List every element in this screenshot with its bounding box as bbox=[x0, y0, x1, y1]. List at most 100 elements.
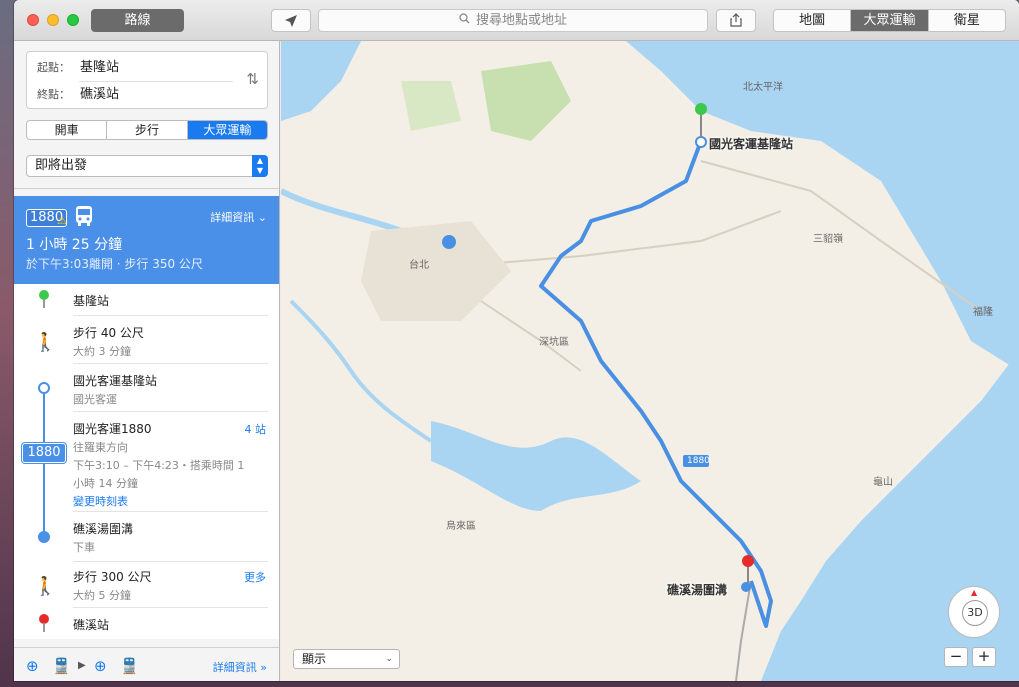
warning-icon: ⚠ bbox=[57, 214, 67, 227]
step-walk-2[interactable]: 步行 300 公尺 更多 大約 5 分鐘 bbox=[73, 568, 268, 608]
step-walk-2-sub: 大約 5 分鐘 bbox=[73, 589, 131, 602]
step-alight[interactable]: 礁溪湯圍溝 下車 bbox=[73, 520, 268, 562]
metro-icon: ⊕ bbox=[94, 657, 107, 675]
transit-line-badge: 1880 bbox=[22, 443, 66, 463]
zoom-controls: − + bbox=[944, 647, 1000, 667]
step-ride-time-1: 下午3:10 – 下午4:23・搭乘時間 1 bbox=[73, 459, 245, 472]
step-walk-2-title: 步行 300 公尺 bbox=[73, 570, 152, 584]
zoom-in-button[interactable]: + bbox=[972, 647, 996, 667]
depart-time-select[interactable]: 即將出發 ▲ ▼ bbox=[26, 155, 268, 177]
depart-time-value: 即將出發 bbox=[35, 158, 88, 173]
map-destination-label[interactable]: 礁溪湯圍溝 bbox=[667, 581, 727, 598]
destination-pin-head bbox=[742, 555, 754, 567]
select-arrows-icon: ▲ ▼ bbox=[252, 155, 268, 177]
mode-transit[interactable]: 大眾運輸 bbox=[187, 121, 267, 139]
minimize-window-button[interactable] bbox=[47, 14, 59, 26]
current-location-button[interactable] bbox=[271, 9, 311, 32]
park-area bbox=[481, 61, 571, 141]
train-icon: 🚆 bbox=[52, 657, 71, 675]
share-button[interactable] bbox=[716, 9, 756, 32]
directions-button[interactable]: 路線 bbox=[91, 9, 184, 32]
start-row[interactable]: 起點： 基隆站 bbox=[37, 55, 119, 79]
selected-route-card[interactable]: 1880 ⚠ 詳細資訊 ⌄ 1 小時 25 分鐘 於下午3:03離開 · 步行 … bbox=[14, 196, 279, 284]
route-summary: 於下午3:03離開 · 步行 350 公尺 bbox=[26, 257, 203, 271]
route-detail-label: 詳細資訊 bbox=[210, 211, 255, 224]
step-walk-1[interactable]: 步行 40 公尺 大約 3 分鐘 bbox=[73, 324, 268, 364]
map-label-north-pacific: 北太平洋 bbox=[743, 82, 783, 93]
map-show-select[interactable]: 顯示 ⌄ bbox=[293, 649, 400, 669]
map-show-select-value: 顯示 bbox=[302, 652, 327, 666]
map-label-wulai: 烏來區 bbox=[446, 521, 476, 532]
map-view[interactable]: 北太平洋 台北 深坑區 烏來區 三貂嶺 福隆 龜山 1880 國光客運基隆站 礁… bbox=[281, 41, 1019, 681]
park-area bbox=[401, 81, 461, 131]
chevron-down-icon: ⌄ bbox=[385, 654, 393, 664]
zoom-out-button[interactable]: − bbox=[944, 647, 968, 667]
title-bar: 路線 搜尋地點或地址 地圖 大眾運輸 衛星 bbox=[14, 0, 1019, 41]
route-detail-link[interactable]: 詳細資訊 ⌄ bbox=[210, 209, 267, 225]
step-end[interactable]: 礁溪站 bbox=[73, 616, 268, 638]
step-ride-title: 國光客運1880 bbox=[73, 422, 152, 436]
step-walk-1-title: 步行 40 公尺 bbox=[73, 326, 144, 340]
arrow-right-icon: ▶ bbox=[78, 660, 86, 671]
location-arrow-icon bbox=[285, 15, 297, 27]
metro-icon: ⊕ bbox=[26, 657, 39, 675]
end-field[interactable]: 礁溪站 bbox=[80, 87, 119, 102]
mode-walking[interactable]: 步行 bbox=[107, 121, 188, 139]
search-input[interactable]: 搜尋地點或地址 bbox=[318, 9, 708, 32]
step-ride-stops[interactable]: 4 站 bbox=[245, 421, 267, 437]
map-label-sandiaoling: 三貂嶺 bbox=[813, 234, 843, 245]
origin-stop-marker bbox=[695, 136, 707, 148]
origin-pin-head bbox=[695, 103, 707, 115]
map-mode-satellite[interactable]: 衛星 bbox=[929, 10, 1005, 31]
walking-person-icon: 🚶 bbox=[34, 576, 57, 597]
board-stop-icon bbox=[38, 382, 50, 394]
mode-driving[interactable]: 開車 bbox=[27, 121, 108, 139]
ocean-northwest bbox=[281, 41, 361, 121]
maximize-window-button[interactable] bbox=[67, 14, 79, 26]
train-icon: 🚆 bbox=[120, 657, 139, 675]
step-ride-direction: 往羅東方向 bbox=[73, 441, 128, 454]
highway bbox=[735, 580, 752, 681]
step-board[interactable]: 國光客運基隆站 國光客運 bbox=[73, 372, 268, 412]
step-end-title: 礁溪站 bbox=[73, 618, 110, 632]
start-label: 起點： bbox=[37, 61, 70, 74]
step-ride[interactable]: 國光客運1880 4 站 往羅東方向 下午3:10 – 下午4:23・搭乘時間 … bbox=[73, 420, 268, 512]
map-label-fulong: 福隆 bbox=[973, 307, 993, 318]
step-walk-2-more[interactable]: 更多 bbox=[244, 569, 266, 585]
step-board-title: 國光客運基隆站 bbox=[73, 374, 158, 388]
bus-icon bbox=[74, 204, 94, 231]
compass-3d-button[interactable]: ▲ 3D bbox=[948, 586, 1000, 638]
ocean-north bbox=[626, 41, 1019, 371]
search-placeholder: 搜尋地點或地址 bbox=[475, 13, 567, 28]
compass-north-icon: ▲ bbox=[971, 588, 978, 597]
map-label-guishan: 龜山 bbox=[873, 477, 893, 488]
map-origin-label[interactable]: 國光客運基隆站 bbox=[709, 135, 793, 152]
step-start[interactable]: 基隆站 bbox=[73, 292, 268, 316]
end-label: 終點： bbox=[37, 88, 70, 101]
step-alight-sub: 下車 bbox=[73, 541, 95, 554]
step-start-title: 基隆站 bbox=[73, 294, 110, 308]
alight-stop-icon bbox=[38, 531, 50, 543]
list-divider bbox=[14, 188, 279, 189]
route-duration: 1 小時 25 分鐘 bbox=[26, 237, 123, 253]
route-summary-bar: ⊕ 🚆 ▶ ⊕ 🚆 詳細資訊 » bbox=[14, 647, 279, 681]
destination-stop-marker bbox=[741, 582, 751, 592]
start-field[interactable]: 基隆站 bbox=[80, 60, 119, 75]
close-window-button[interactable] bbox=[27, 14, 39, 26]
end-row[interactable]: 終點： 礁溪站 bbox=[37, 82, 119, 106]
share-icon bbox=[730, 13, 742, 27]
compass-3d-label: 3D bbox=[962, 600, 988, 626]
map-mode-map[interactable]: 地圖 bbox=[774, 10, 852, 31]
chevron-down-icon: ⌄ bbox=[257, 211, 267, 224]
map-label-shenkeng: 深坑區 bbox=[539, 337, 569, 348]
step-walk-1-sub: 大約 3 分鐘 bbox=[73, 345, 131, 358]
summary-detail-link[interactable]: 詳細資訊 » bbox=[213, 659, 267, 675]
airport-icon bbox=[442, 235, 456, 249]
map-label-taipei: 台北 bbox=[409, 260, 429, 271]
reservoir bbox=[431, 421, 641, 511]
map-mode-segmented-control: 地圖 大眾運輸 衛星 bbox=[773, 9, 1006, 32]
change-schedule-link[interactable]: 變更時刻表 bbox=[73, 493, 268, 509]
transit-line-track bbox=[43, 388, 45, 538]
swap-endpoints-icon[interactable]: ⇅ bbox=[246, 70, 259, 88]
map-mode-transit[interactable]: 大眾運輸 bbox=[851, 10, 929, 31]
